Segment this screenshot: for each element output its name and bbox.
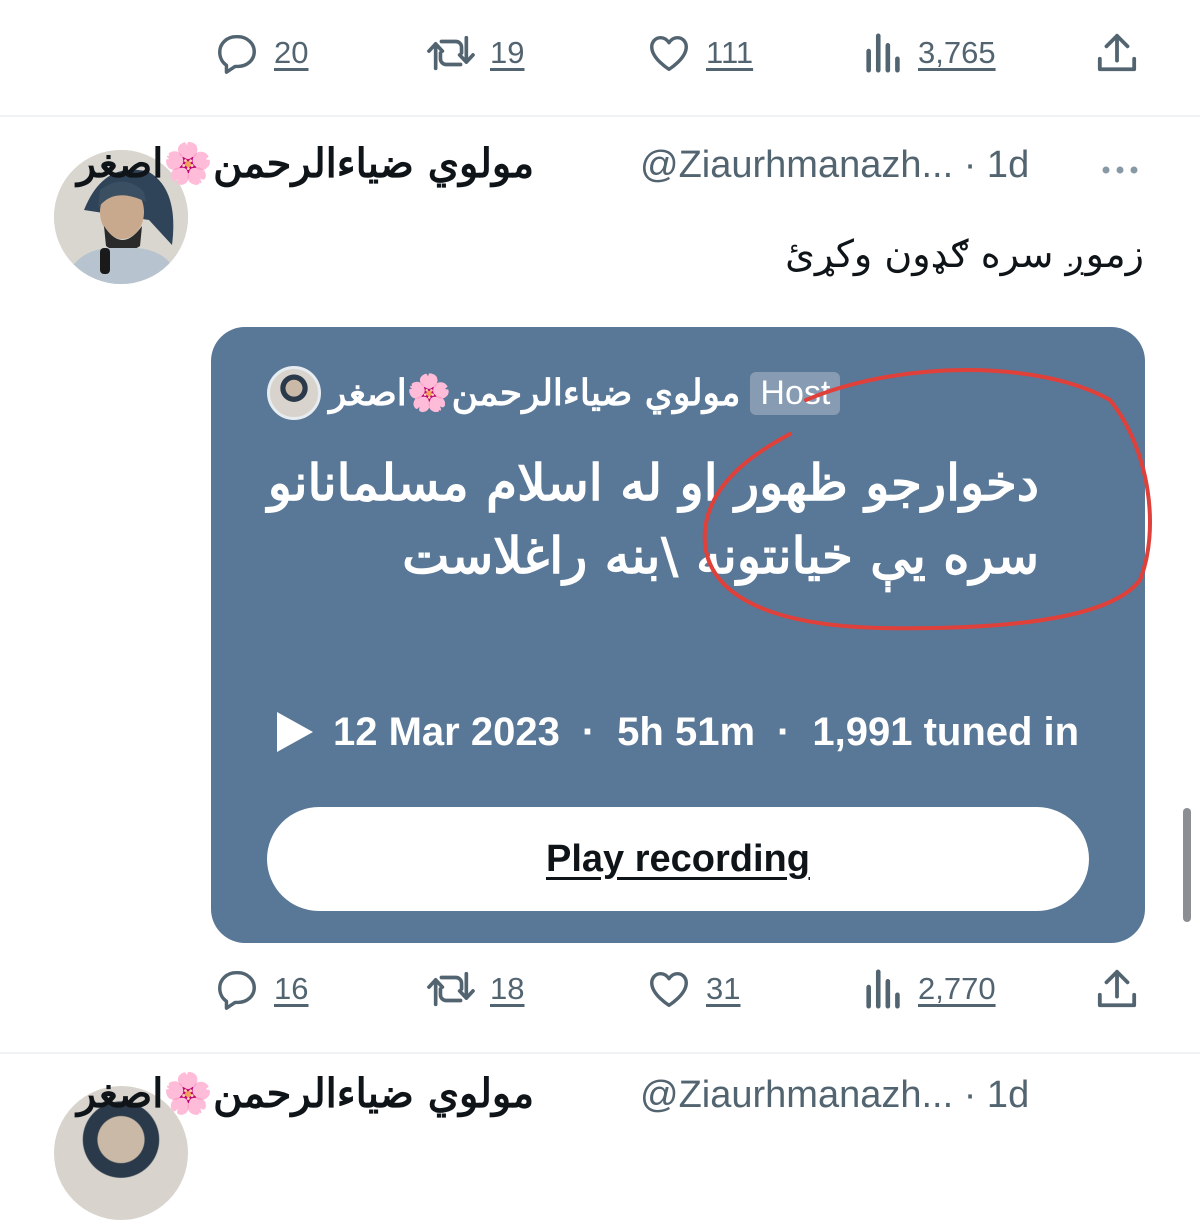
space-meta: 12 Mar 2023 · 5h 51m · 1,991 tuned in [273,709,1079,755]
share-button[interactable] [1096,30,1138,76]
share-button[interactable] [1096,966,1138,1012]
divider [0,1052,1200,1054]
previous-tweet-actions: 20 19 111 3,765 [0,24,1200,84]
next-timestamp[interactable]: · 1d [964,1074,1029,1116]
play-icon [277,712,313,752]
tweet-text: زموږ سره ګډون وکړئ [785,232,1144,276]
play-recording-label: Play recording [546,837,810,880]
retweet-button[interactable]: 18 [426,966,524,1012]
play-recording-button[interactable]: Play recording [267,807,1089,911]
next-display-name[interactable]: مولوي ضياءالرحمن🌸اصغر [77,1070,534,1117]
more-horizontal-icon [1102,166,1138,174]
host-badge: Host [750,371,841,415]
retweet-icon [427,971,475,1007]
timestamp[interactable]: · 1d [964,144,1029,186]
meta-separator: · [777,709,791,754]
space-duration: 5h 51m [617,709,756,754]
like-count: 111 [706,35,754,70]
divider [0,115,1200,117]
retweet-icon [427,35,475,71]
views-chart-icon [866,33,900,73]
reply-icon [218,970,256,1010]
share-icon [1097,969,1137,1008]
tweet-handle-time[interactable]: @Ziaurhmanazh... · 1d [640,144,1029,187]
reply-icon [218,34,256,74]
retweet-count: 19 [490,35,525,70]
next-tweet-header: مولوي ضياءالرحمن🌸اصغر @Ziaurhmanazh... ·… [77,1070,1100,1130]
views-button[interactable]: 2,770 [864,966,996,1012]
space-title: دخوارجو ظهور او له اسلام مسلمانانو سره ي… [267,453,1039,585]
space-listeners: 1,991 tuned in [812,709,1080,754]
next-handle-time[interactable]: @Ziaurhmanazh... · 1d [640,1074,1029,1117]
handle[interactable]: @Ziaurhmanazh... [640,144,953,186]
host-avatar [267,366,321,420]
retweet-count: 18 [490,971,525,1006]
like-count: 31 [706,971,741,1006]
views-chart-icon [866,969,900,1009]
reply-button[interactable]: 16 [214,966,308,1012]
space-date: 12 Mar 2023 [333,709,560,754]
scrollbar-thumb[interactable] [1183,808,1191,922]
display-name[interactable]: مولوي ضياءالرحمن🌸اصغر [77,140,534,187]
views-button[interactable]: 3,765 [864,30,996,76]
host-name: مولوي ضياءالرحمن🌸اصغر [329,372,741,414]
like-button[interactable]: 31 [646,966,740,1012]
next-handle[interactable]: @Ziaurhmanazh... [640,1074,953,1116]
reply-count: 16 [274,971,309,1006]
space-host-row: مولوي ضياءالرحمن🌸اصغر Host [267,365,841,421]
heart-icon [650,35,688,72]
views-count: 2,770 [918,971,996,1006]
reply-button[interactable]: 20 [214,30,308,76]
meta-separator: · [581,709,596,754]
tweet-actions: 16 18 31 2,770 [0,960,1200,1020]
retweet-button[interactable]: 19 [426,30,524,76]
like-button[interactable]: 111 [646,30,753,76]
views-count: 3,765 [918,35,996,70]
heart-icon [650,971,688,1008]
reply-count: 20 [274,35,309,70]
space-card[interactable]: مولوي ضياءالرحمن🌸اصغر Host دخوارجو ظهور … [211,327,1145,943]
share-icon [1097,33,1137,72]
more-button[interactable] [1098,150,1142,194]
tweet-header: مولوي ضياءالرحمن🌸اصغر @Ziaurhmanazh... ·… [77,140,1100,200]
